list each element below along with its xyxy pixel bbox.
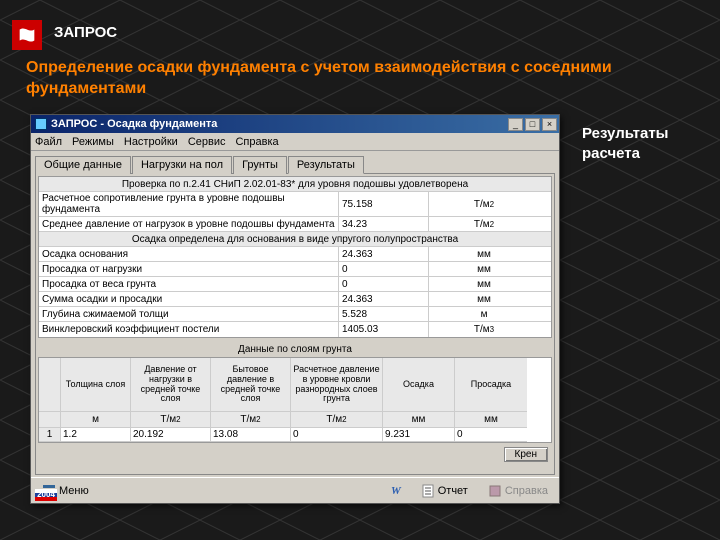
col-unit: Т/м2 — [211, 412, 291, 428]
minimize-button[interactable]: _ — [508, 118, 523, 131]
word-icon: W — [391, 485, 401, 497]
cell: 20.192 — [131, 428, 211, 442]
row-value: 0 — [339, 277, 429, 291]
slide-header: ЗАПРОС — [54, 24, 117, 41]
col-header: Осадка — [383, 358, 455, 412]
maximize-button[interactable]: □ — [525, 118, 540, 131]
toolbar-help-label: Справка — [505, 485, 548, 497]
book-icon — [488, 484, 502, 498]
cell: 1.2 — [61, 428, 131, 442]
row-value: 75.158 — [339, 192, 429, 216]
col-unit: мм — [455, 412, 527, 428]
col-unit — [39, 412, 61, 428]
col-header: Расчетное давление в уровне кровли разно… — [291, 358, 383, 412]
row-label: Расчетное сопротивление грунта в уровне … — [39, 192, 339, 216]
row-label: Глубина сжимаемой толщи — [39, 307, 339, 321]
window-title: ЗАПРОС - Осадка фундамента — [51, 118, 508, 130]
row-value: 24.363 — [339, 247, 429, 261]
col-unit: мм — [383, 412, 455, 428]
check-row: Проверка по п.2.41 СНиП 2.02.01-83* для … — [39, 177, 551, 191]
report-icon — [421, 484, 435, 498]
row-unit: м — [429, 307, 539, 321]
results-label: Результаты расчета — [582, 124, 720, 163]
cell: 0 — [291, 428, 383, 442]
menu-settings[interactable]: Настройки — [124, 136, 178, 148]
kren-button[interactable]: Крен — [504, 447, 548, 462]
titlebar[interactable]: ЗАПРОС - Осадка фундамента _ □ × — [31, 115, 559, 133]
grid2-caption: Данные по слоям грунта — [38, 342, 552, 357]
row-label: Среднее давление от нагрузок в уровне по… — [39, 217, 339, 231]
app-logo — [12, 20, 42, 50]
app-window: ЗАПРОС - Осадка фундамента _ □ × Файл Ре… — [30, 114, 560, 504]
row-unit: Т/м2 — [429, 217, 539, 231]
toolbar-report-label: Отчет — [438, 485, 468, 497]
soil-layers-grid: Данные по слоям грунта Толщина слоя Давл… — [38, 342, 552, 443]
section-label: Осадка определена для основания в виде у… — [39, 232, 551, 246]
tab-general[interactable]: Общие данные — [35, 156, 131, 174]
row-unit: мм — [429, 277, 539, 291]
toolbar-report-button[interactable]: Отчет — [414, 481, 475, 501]
toolbar-w-button[interactable]: W — [384, 482, 408, 500]
col-header — [39, 358, 61, 412]
results-grid-1: Проверка по п.2.41 СНиП 2.02.01-83* для … — [38, 176, 552, 338]
row-label: Просадка от веса грунта — [39, 277, 339, 291]
menu-file[interactable]: Файл — [35, 136, 62, 148]
row-num: 1 — [39, 428, 61, 442]
slide-subtitle: Определение осадки фундамента с учетом в… — [26, 58, 666, 100]
cell: 13.08 — [211, 428, 291, 442]
row-label: Винклеровский коэффициент постели — [39, 322, 339, 337]
tab-results[interactable]: Результаты — [288, 156, 364, 174]
row-value: 0 — [339, 262, 429, 276]
menu-modes[interactable]: Режимы — [72, 136, 114, 148]
row-label: Сумма осадки и просадки — [39, 292, 339, 306]
col-header: Толщина слоя — [61, 358, 131, 412]
tab-loads[interactable]: Нагрузки на пол — [132, 156, 232, 174]
cell: 0 — [455, 428, 527, 442]
bottom-toolbar: Меню W Отчет Справка — [31, 477, 559, 503]
close-button[interactable]: × — [542, 118, 557, 131]
col-unit: Т/м2 — [291, 412, 383, 428]
tab-strip: Общие данные Нагрузки на пол Грунты Резу… — [31, 151, 559, 173]
row-label: Осадка основания — [39, 247, 339, 261]
menu-help[interactable]: Справка — [235, 136, 278, 148]
tab-soils[interactable]: Грунты — [233, 156, 287, 174]
row-unit: мм — [429, 262, 539, 276]
tab-body: Проверка по п.2.41 СНиП 2.02.01-83* для … — [35, 173, 555, 475]
cell: 9.231 — [383, 428, 455, 442]
row-value: 24.363 — [339, 292, 429, 306]
app-icon — [35, 118, 47, 130]
menu-service[interactable]: Сервис — [188, 136, 226, 148]
table-row[interactable]: 1 1.2 20.192 13.08 0 9.231 0 — [39, 428, 551, 442]
row-value: 5.528 — [339, 307, 429, 321]
row-unit: мм — [429, 292, 539, 306]
toolbar-help-button[interactable]: Справка — [481, 481, 555, 501]
row-value: 1405.03 — [339, 322, 429, 337]
row-unit: Т/м2 — [429, 192, 539, 216]
col-header: Просадка — [455, 358, 527, 412]
row-unit: мм — [429, 247, 539, 261]
row-value: 34.23 — [339, 217, 429, 231]
col-unit: м — [61, 412, 131, 428]
row-label: Просадка от нагрузки — [39, 262, 339, 276]
menubar: Файл Режимы Настройки Сервис Справка — [31, 133, 559, 151]
year-badge: 2004 — [35, 489, 57, 501]
col-header: Давление от нагрузки в средней точке сло… — [131, 358, 211, 412]
col-header: Бытовое давление в средней точке слоя — [211, 358, 291, 412]
col-unit: Т/м2 — [131, 412, 211, 428]
toolbar-menu-label: Меню — [59, 485, 89, 497]
row-unit: Т/м3 — [429, 322, 539, 337]
